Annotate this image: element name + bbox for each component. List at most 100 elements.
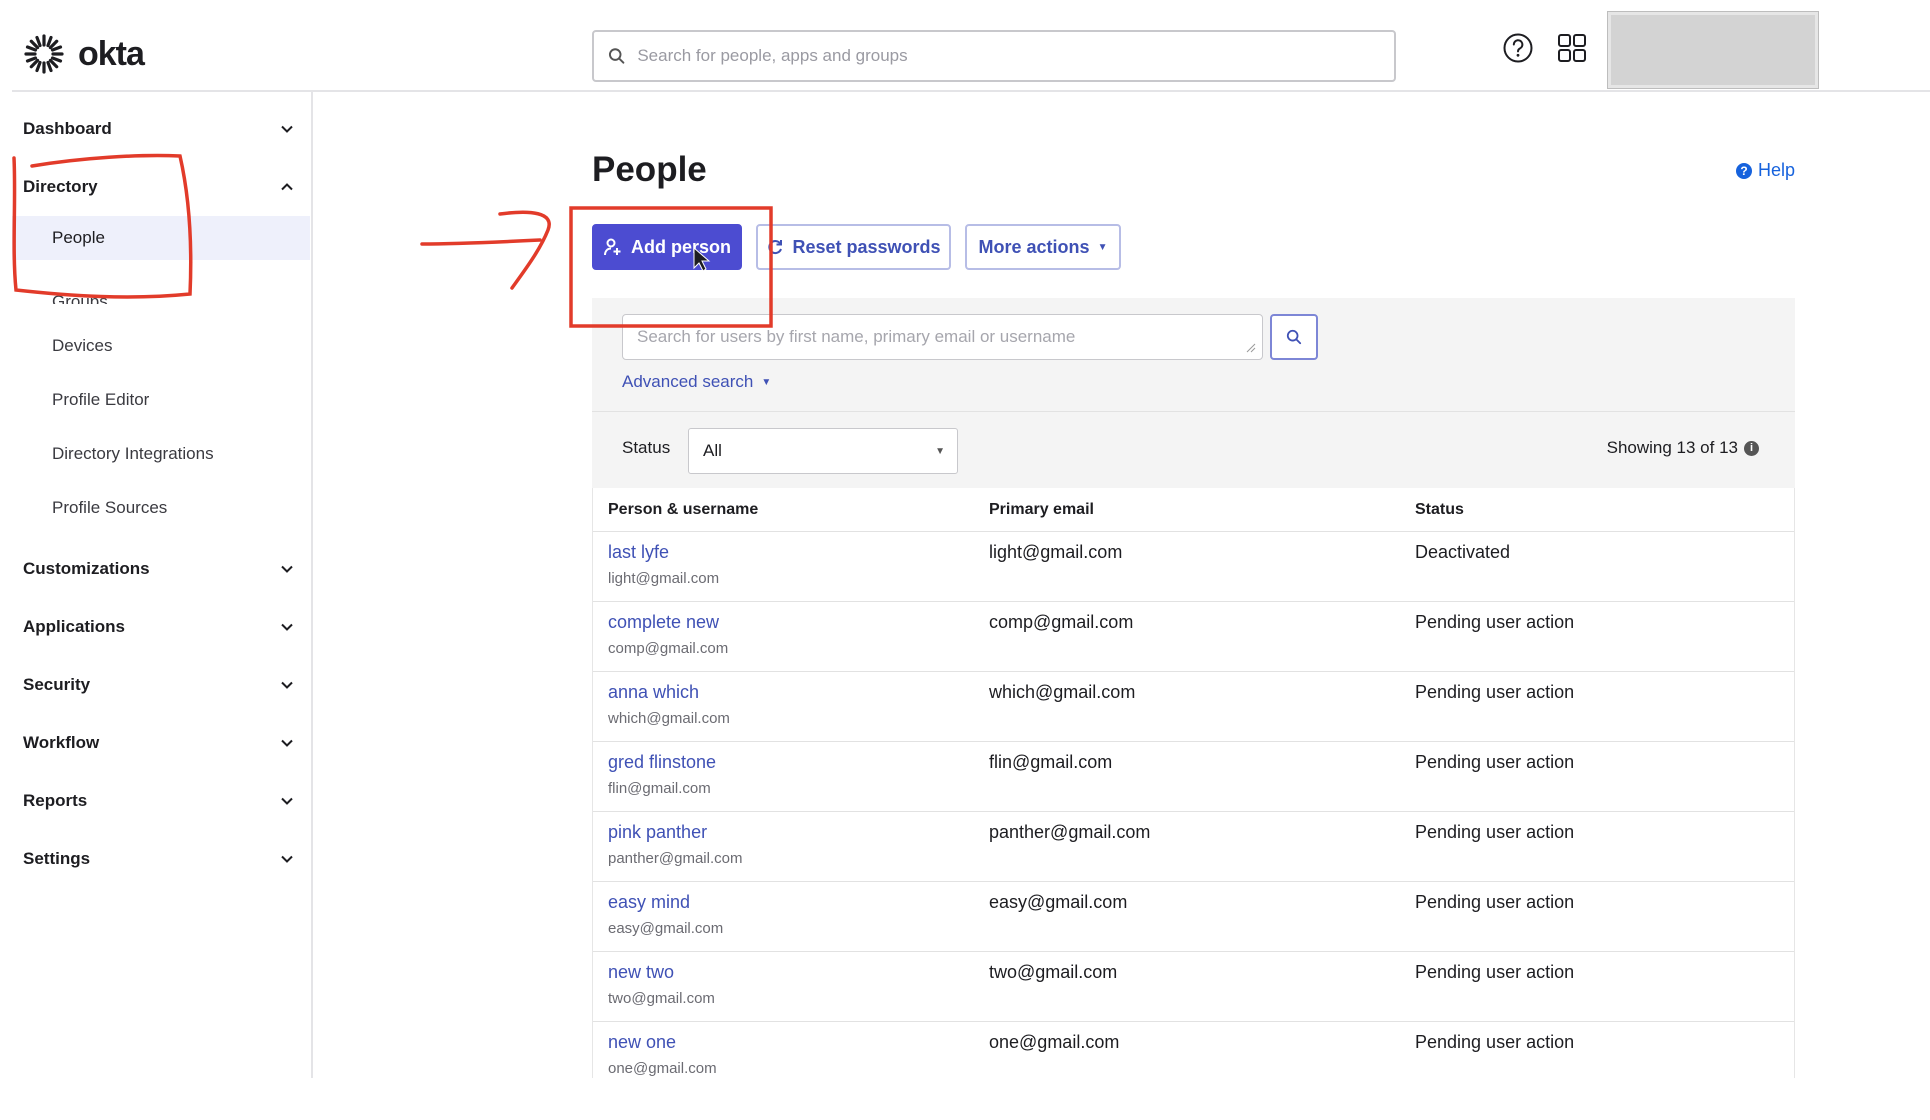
sidebar-item-label: Profile Editor	[52, 390, 150, 409]
chevron-down-icon	[281, 565, 293, 573]
add-person-label: Add person	[630, 236, 731, 257]
column-header-person[interactable]: Person & username	[608, 501, 758, 519]
person-username: flin@gmail.com	[608, 780, 711, 797]
caret-down-icon: ▼	[935, 445, 945, 457]
user-status: Deactivated	[1415, 542, 1511, 562]
user-status: Pending user action	[1415, 822, 1575, 842]
person-name-link[interactable]: gred flinstone	[608, 752, 716, 773]
help-link-label: Help	[1758, 160, 1796, 180]
chevron-down-icon	[281, 739, 293, 747]
annotation-arrow	[420, 238, 542, 246]
chevron-down-icon	[281, 623, 293, 631]
sidebar-section-applications[interactable]: Applications	[12, 607, 310, 647]
person-name-link[interactable]: anna which	[608, 682, 699, 703]
chevron-down-icon	[281, 797, 293, 805]
annotation-arrow-head	[498, 210, 551, 290]
caret-down-icon: ▼	[761, 376, 772, 388]
advanced-search-toggle[interactable]: Advanced search ▼	[622, 372, 771, 392]
user-status: Pending user action	[1415, 612, 1575, 632]
person-name-link[interactable]: last lyfe	[608, 542, 669, 563]
reset-passwords-label: Reset passwords	[792, 236, 941, 257]
help-icon[interactable]	[1502, 32, 1534, 64]
sidebar-item-people[interactable]: People	[12, 216, 310, 260]
primary-email: easy@gmail.com	[989, 892, 1128, 912]
table-row: pink panther panther@gmail.com panther@g…	[593, 812, 1794, 882]
chevron-down-icon	[281, 681, 293, 689]
reset-passwords-button[interactable]: Reset passwords	[756, 224, 951, 270]
help-link[interactable]: ? Help	[1736, 160, 1795, 181]
result-count: Showing 13 of 13 i	[1607, 438, 1759, 458]
sidebar-item-label: Profile Sources	[52, 498, 168, 517]
sidebar-item-profile-editor[interactable]: Profile Editor	[12, 378, 310, 422]
person-username: one@gmail.com	[608, 1060, 717, 1077]
person-name-link[interactable]: complete new	[608, 612, 719, 633]
sidebar-section-label: Reports	[23, 791, 88, 810]
sidebar-nav: Dashboard Directory People Groups Device…	[12, 92, 313, 1078]
sidebar-section-workflow[interactable]: Workflow	[12, 723, 310, 763]
sidebar-item-label: Directory Integrations	[52, 444, 214, 463]
sidebar-section-directory[interactable]: Directory	[12, 167, 310, 207]
table-row: complete new comp@gmail.com comp@gmail.c…	[593, 602, 1794, 672]
resize-handle-icon[interactable]	[1246, 343, 1256, 353]
sidebar-section-label: Applications	[23, 617, 126, 636]
person-name-link[interactable]: pink panther	[608, 822, 707, 843]
page-title: People	[592, 150, 707, 189]
user-search-input[interactable]	[637, 327, 1248, 347]
more-actions-label: More actions	[978, 236, 1090, 257]
sidebar-section-dashboard[interactable]: Dashboard	[12, 109, 310, 149]
sidebar-section-customizations[interactable]: Customizations	[12, 549, 310, 589]
okta-logo[interactable]: okta	[24, 34, 145, 74]
primary-email: two@gmail.com	[989, 962, 1118, 982]
status-filter-bar: Status All ▼ Showing 13 of 13 i	[592, 412, 1795, 488]
user-account-menu[interactable]	[1607, 11, 1819, 89]
sidebar-item-directory-integrations[interactable]: Directory Integrations	[12, 432, 310, 476]
apps-grid-icon[interactable]	[1556, 32, 1588, 64]
person-username: which@gmail.com	[608, 710, 730, 727]
refresh-icon	[768, 240, 783, 255]
table-row: last lyfe light@gmail.com light@gmail.co…	[593, 532, 1794, 602]
user-status: Pending user action	[1415, 752, 1575, 772]
person-username: easy@gmail.com	[608, 920, 724, 937]
person-username: two@gmail.com	[608, 990, 715, 1007]
sidebar-item-groups[interactable]: Groups	[12, 268, 310, 304]
column-header-email[interactable]: Primary email	[989, 501, 1094, 519]
global-search-input[interactable]	[637, 46, 1394, 66]
chevron-up-icon	[281, 183, 293, 191]
user-search-button[interactable]	[1270, 314, 1318, 360]
global-search-box[interactable]	[592, 30, 1396, 82]
question-icon: ?	[1736, 162, 1752, 179]
sidebar-section-label: Security	[23, 675, 91, 694]
caret-down-icon: ▼	[1097, 241, 1108, 253]
user-status: Pending user action	[1415, 682, 1575, 702]
sidebar-item-profile-sources[interactable]: Profile Sources	[12, 486, 310, 530]
user-status: Pending user action	[1415, 1032, 1575, 1052]
primary-email: comp@gmail.com	[989, 612, 1134, 632]
user-search-panel: Advanced search ▼	[592, 298, 1795, 412]
user-search-box[interactable]	[622, 314, 1263, 360]
sidebar-section-settings[interactable]: Settings	[12, 839, 310, 879]
chevron-down-icon	[281, 125, 293, 133]
person-name-link[interactable]: new two	[608, 962, 674, 983]
person-username: panther@gmail.com	[608, 850, 743, 867]
sidebar-section-security[interactable]: Security	[12, 665, 310, 705]
people-table: Person & username Primary email Status l…	[592, 488, 1795, 1092]
sidebar-section-reports[interactable]: Reports	[12, 781, 310, 821]
column-header-status[interactable]: Status	[1415, 501, 1464, 519]
person-name-link[interactable]: easy mind	[608, 892, 690, 913]
sidebar-item-devices[interactable]: Devices	[12, 324, 310, 368]
table-row: anna which which@gmail.com which@gmail.c…	[593, 672, 1794, 742]
more-actions-button[interactable]: More actions ▼	[965, 224, 1121, 270]
status-filter-select[interactable]: All ▼	[688, 428, 958, 474]
info-icon[interactable]: i	[1744, 440, 1759, 456]
person-username: comp@gmail.com	[608, 640, 729, 657]
add-person-button[interactable]: Add person	[592, 224, 742, 270]
sidebar-item-label: Devices	[52, 336, 113, 355]
user-status: Pending user action	[1415, 962, 1575, 982]
person-username: light@gmail.com	[608, 570, 720, 587]
search-icon	[1286, 329, 1302, 345]
sidebar-section-label: Workflow	[23, 733, 100, 752]
chevron-down-icon	[281, 855, 293, 863]
search-icon	[608, 48, 625, 64]
table-header-row: Person & username Primary email Status	[593, 488, 1794, 532]
person-name-link[interactable]: new one	[608, 1032, 676, 1053]
